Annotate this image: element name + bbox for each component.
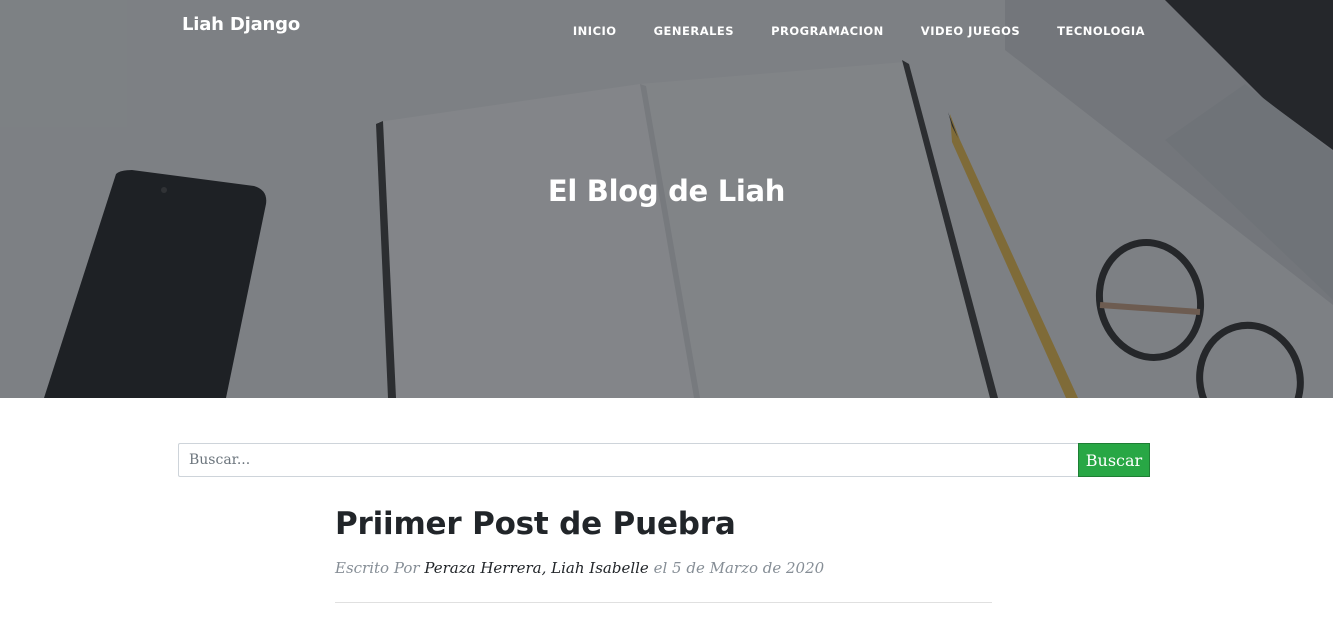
hero-header: Liah Django INICIO GENERALES PROGRAMACIO…: [0, 0, 1333, 398]
post-title[interactable]: Priimer Post de Puebra: [335, 505, 992, 543]
nav-item-generales: GENERALES: [654, 20, 735, 39]
post-divider: [335, 602, 992, 603]
nav-menu: INICIO GENERALES PROGRAMACION VIDEO JUEG…: [536, 20, 1145, 39]
navbar-brand[interactable]: Liah Django: [182, 14, 300, 35]
site-heading: El Blog de Liah: [547, 174, 786, 208]
nav-link-inicio[interactable]: INICIO: [573, 24, 617, 38]
post-date: el 5 de Marzo de 2020: [653, 559, 825, 577]
nav-item-programacion: PROGRAMACION: [771, 20, 884, 39]
top-navbar: Liah Django INICIO GENERALES PROGRAMACIO…: [0, 0, 1333, 54]
nav-link-tecnologia[interactable]: TECNOLOGIA: [1057, 24, 1145, 38]
search-input[interactable]: [178, 443, 1078, 477]
post-author-link[interactable]: Peraza Herrera, Liah Isabelle: [424, 559, 649, 577]
search-button[interactable]: Buscar: [1078, 443, 1150, 477]
post-meta-prefix: Escrito Por: [335, 559, 420, 577]
post-preview: Priimer Post de Puebra Escrito Por Peraz…: [335, 505, 992, 578]
search-form: Buscar: [178, 443, 1150, 477]
nav-item-video-juegos: VIDEO JUEGOS: [921, 20, 1020, 39]
nav-link-programacion[interactable]: PROGRAMACION: [771, 24, 884, 38]
post-meta: Escrito Por Peraza Herrera, Liah Isabell…: [335, 558, 992, 578]
nav-item-inicio: INICIO: [573, 20, 617, 39]
nav-link-video-juegos[interactable]: VIDEO JUEGOS: [921, 24, 1020, 38]
nav-item-tecnologia: TECNOLOGIA: [1057, 20, 1145, 39]
nav-link-generales[interactable]: GENERALES: [654, 24, 735, 38]
